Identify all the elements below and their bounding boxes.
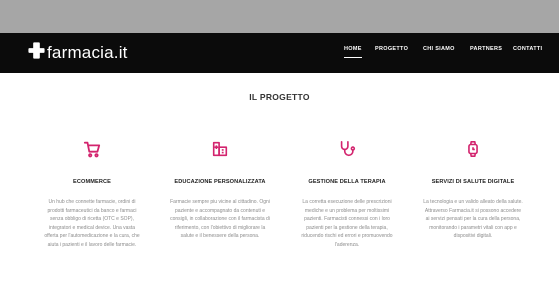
nav-item-home[interactable]: HOME xyxy=(344,46,362,58)
feature-title: EDUCAZIONE PERSONALIZZATA xyxy=(174,179,266,185)
feature-educazione: EDUCAZIONE PERSONALIZZATA Farmacie sempr… xyxy=(164,140,276,241)
feature-text: Un hub che connette farmacie, ordini di … xyxy=(44,199,140,248)
feature-salute-digitale: SERVIZI DI SALUTE DIGITALE La tecnologia… xyxy=(417,140,529,241)
feature-ecommerce: ECOMMERCE Un hub che connette farmacie, … xyxy=(36,140,148,250)
cart-icon xyxy=(83,140,101,163)
nav-item-chi-siamo[interactable]: CHI SIAMO xyxy=(423,46,455,52)
top-banner xyxy=(0,0,559,33)
section-title: IL PROGETTO xyxy=(249,92,310,102)
smartwatch-icon xyxy=(464,140,482,163)
nav-item-progetto[interactable]: PROGETTO xyxy=(375,46,408,52)
cross-plus-icon xyxy=(27,41,47,65)
nav-item-partners[interactable]: PARTNERS xyxy=(470,46,502,52)
nav-item-contatti[interactable]: CONTATTI xyxy=(513,46,542,52)
feature-text: La tecnologia e un valido alleato della … xyxy=(423,199,523,240)
brand-name: farmacia.it xyxy=(47,43,128,62)
feature-title: ECOMMERCE xyxy=(73,179,111,185)
feature-terapia: GESTIONE DELLA TERAPIA La corretta esecu… xyxy=(291,140,403,250)
navbar: farmacia.it HOME PROGETTO CHI SIAMO PART… xyxy=(0,33,559,73)
stethoscope-icon xyxy=(338,140,356,163)
feature-title: GESTIONE DELLA TERAPIA xyxy=(308,179,386,185)
brand-logo[interactable]: farmacia.it xyxy=(27,41,128,65)
clinic-icon xyxy=(211,140,229,163)
feature-text: Farmacie sempre piu vicine al cittadino.… xyxy=(170,199,270,240)
feature-title: SERVIZI DI SALUTE DIGITALE xyxy=(431,179,515,185)
feature-text: La corretta esecuzione delle prescrizion… xyxy=(301,199,393,248)
